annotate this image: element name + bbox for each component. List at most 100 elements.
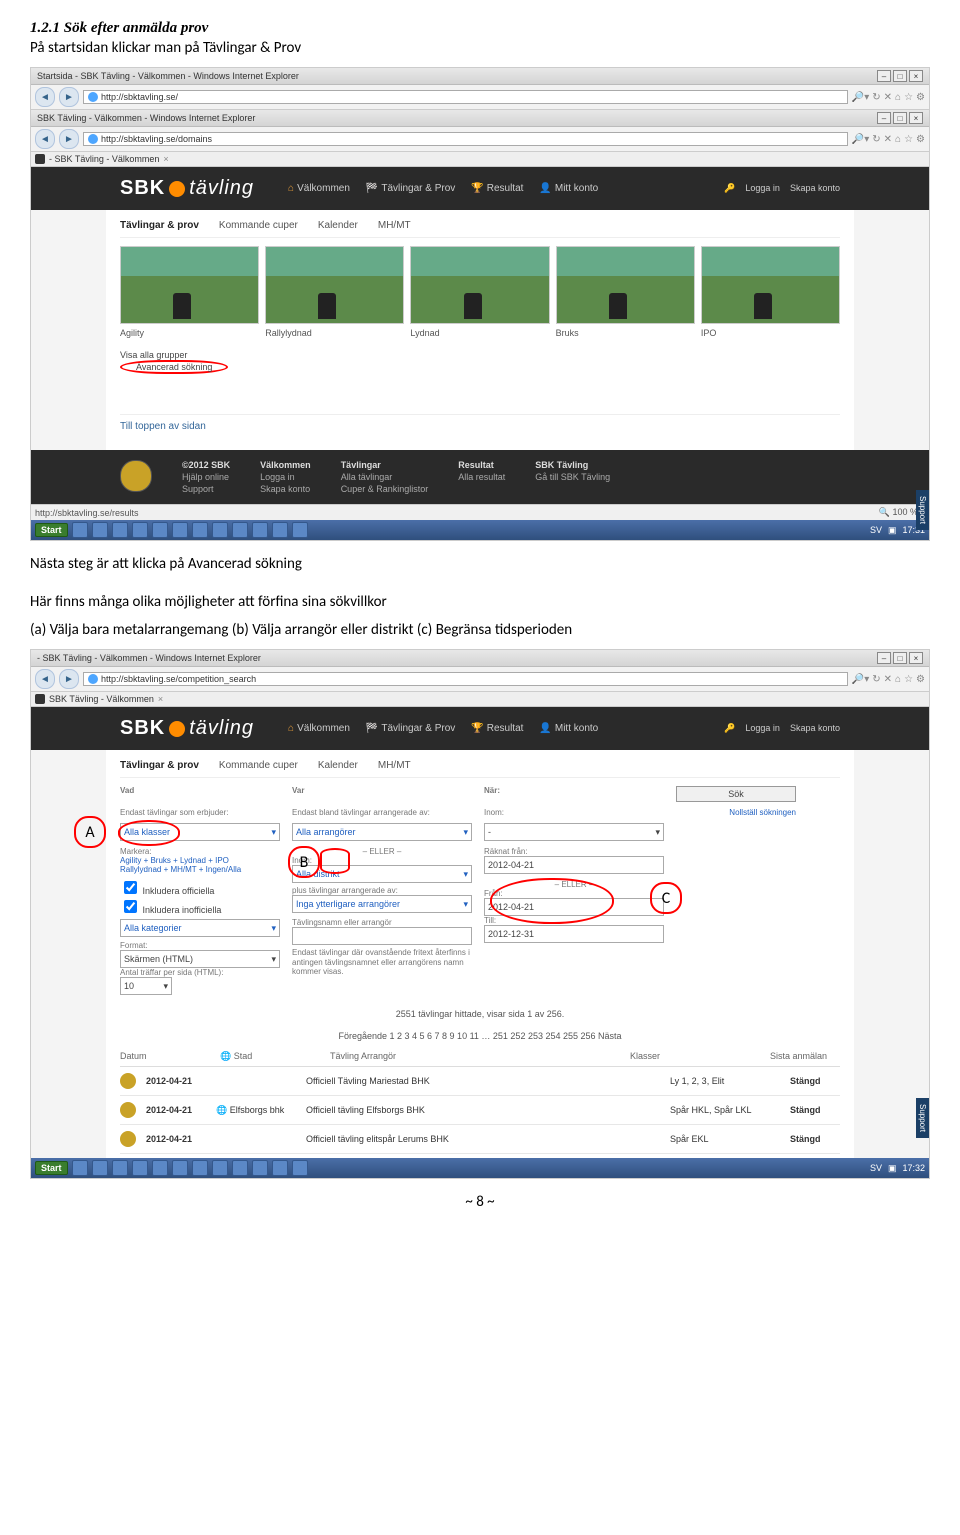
tray-icon[interactable]: ▣ <box>888 1163 897 1174</box>
taskbar-icon[interactable] <box>72 1160 88 1176</box>
taskbar-icon[interactable] <box>112 1160 128 1176</box>
site-logo[interactable]: SBKtävling <box>120 717 254 740</box>
cat-lydnad[interactable]: Lydnad <box>410 328 549 338</box>
subnav-cups[interactable]: Kommande cuper <box>219 760 298 771</box>
refresh-icon[interactable]: ↻ <box>872 134 880 145</box>
maximize-icon[interactable]: □ <box>893 70 907 82</box>
nav-welcome[interactable]: ⌂Välkommen <box>288 723 350 734</box>
subnav-cups[interactable]: Kommande cuper <box>219 220 298 231</box>
date-to-input[interactable]: 2012-12-31 <box>484 925 664 943</box>
stop-icon[interactable]: ✕ <box>884 92 892 103</box>
mark-line1[interactable]: Agility + Bruks + Lydnad + IPO <box>120 856 280 865</box>
taskbar-icon[interactable] <box>232 1160 248 1176</box>
nav-results[interactable]: 🏆Resultat <box>471 723 523 734</box>
result-row[interactable]: 2012-04-21 Officiell tävling elitspår Le… <box>120 1125 840 1154</box>
category-image[interactable] <box>701 246 840 324</box>
taskbar-icon[interactable] <box>272 522 288 538</box>
site-logo[interactable]: SBKtävling <box>120 177 254 200</box>
nav-welcome[interactable]: ⌂Välkommen <box>288 183 350 194</box>
include-official-checkbox[interactable] <box>124 881 137 894</box>
taskbar-icon[interactable] <box>132 1160 148 1176</box>
create-account-link[interactable]: Skapa konto <box>790 723 840 734</box>
category-image[interactable] <box>410 246 549 324</box>
category-image[interactable] <box>265 246 404 324</box>
zoom-icon[interactable]: 🔍 <box>879 507 890 517</box>
nav-results[interactable]: 🏆Resultat <box>471 183 523 194</box>
login-link[interactable]: Logga in <box>745 723 780 734</box>
categories-select[interactable]: Alla kategorier▾ <box>120 919 280 937</box>
search-button[interactable]: Sök <box>676 786 796 802</box>
taskbar-icon[interactable] <box>252 522 268 538</box>
close-icon[interactable]: × <box>909 112 923 124</box>
refresh-icon[interactable]: ↻ <box>872 92 880 103</box>
cat-ipo[interactable]: IPO <box>701 328 840 338</box>
login-link[interactable]: Logga in <box>745 183 780 194</box>
back-icon[interactable]: ◄ <box>35 129 55 149</box>
name-input[interactable] <box>292 927 472 945</box>
taskbar-icon[interactable] <box>172 1160 188 1176</box>
include-unofficial-checkbox[interactable] <box>124 900 137 913</box>
stop-icon[interactable]: ✕ <box>884 134 892 145</box>
cat-bruks[interactable]: Bruks <box>556 328 695 338</box>
url-field[interactable]: http://sbktavling.se/domains <box>83 132 848 146</box>
show-all-link[interactable]: Visa alla grupper <box>120 350 840 360</box>
result-row[interactable]: 2012-04-21 Officiell Tävling Mariestad B… <box>120 1067 840 1096</box>
lang-indicator[interactable]: SV <box>870 1163 882 1173</box>
subnav-comp[interactable]: Tävlingar & prov <box>120 760 199 771</box>
nav-account[interactable]: 👤Mitt konto <box>539 183 598 194</box>
subnav-comp[interactable]: Tävlingar & prov <box>120 220 199 231</box>
gear-icon[interactable]: ⚙ <box>916 134 925 145</box>
home-icon[interactable]: ⌂ <box>895 674 901 685</box>
tab-title[interactable]: SBK Tävling - Välkommen <box>49 694 154 704</box>
close-icon[interactable]: × <box>909 70 923 82</box>
home-icon[interactable]: ⌂ <box>895 134 901 145</box>
taskbar-icon[interactable] <box>172 522 188 538</box>
taskbar-icon[interactable] <box>152 1160 168 1176</box>
favorites-icon[interactable]: ☆ <box>904 134 913 145</box>
forward-icon[interactable]: ► <box>59 669 79 689</box>
minimize-icon[interactable]: – <box>877 70 891 82</box>
lang-indicator[interactable]: SV <box>870 525 882 535</box>
search-icon[interactable]: 🔎▾ <box>852 674 869 685</box>
perpage-select[interactable]: 10▾ <box>120 977 172 995</box>
taskbar-icon[interactable] <box>92 1160 108 1176</box>
taskbar-icon[interactable] <box>192 522 208 538</box>
taskbar-icon[interactable] <box>72 522 88 538</box>
taskbar-icon[interactable] <box>212 1160 228 1176</box>
reset-link[interactable]: Nollställ sökningen <box>676 808 796 817</box>
subnav-mh[interactable]: MH/MT <box>378 220 411 231</box>
taskbar-icon[interactable] <box>212 522 228 538</box>
home-icon[interactable]: ⌂ <box>895 92 901 103</box>
taskbar-icon[interactable] <box>232 522 248 538</box>
taskbar-icon[interactable] <box>252 1160 268 1176</box>
category-image[interactable] <box>120 246 259 324</box>
forward-icon[interactable]: ► <box>59 87 79 107</box>
tray-icon[interactable]: ▣ <box>888 525 897 536</box>
result-row[interactable]: 2012-04-21 🌐 Elfsborgs bhk Officiell täv… <box>120 1096 840 1125</box>
taskbar-icon[interactable] <box>292 1160 308 1176</box>
minimize-icon[interactable]: – <box>877 652 891 664</box>
taskbar-icon[interactable] <box>272 1160 288 1176</box>
inom-select[interactable]: -▾ <box>484 823 664 841</box>
taskbar-icon[interactable] <box>132 522 148 538</box>
mark-line2[interactable]: Rallylydnad + MH/MT + Ingen/Alla <box>120 865 280 874</box>
taskbar-icon[interactable] <box>92 522 108 538</box>
subnav-cal[interactable]: Kalender <box>318 760 358 771</box>
search-icon[interactable]: 🔎▾ <box>852 134 869 145</box>
nav-account[interactable]: 👤Mitt konto <box>539 723 598 734</box>
close-icon[interactable]: × <box>909 652 923 664</box>
nav-competitions[interactable]: 🏁Tävlingar & Prov <box>366 723 455 734</box>
subnav-cal[interactable]: Kalender <box>318 220 358 231</box>
search-icon[interactable]: 🔎▾ <box>852 92 869 103</box>
subnav-mh[interactable]: MH/MT <box>378 760 411 771</box>
tab-close-icon[interactable]: × <box>158 694 163 704</box>
extra-arranger-select[interactable]: Inga ytterligare arrangörer▾ <box>292 895 472 913</box>
back-icon[interactable]: ◄ <box>35 669 55 689</box>
nav-competitions[interactable]: 🏁Tävlingar & Prov <box>366 183 455 194</box>
url-field[interactable]: http://sbktavling.se/competition_search <box>83 672 848 686</box>
maximize-icon[interactable]: □ <box>893 652 907 664</box>
advanced-search-link[interactable]: Avancerad sökning <box>136 362 212 372</box>
pager[interactable]: Föregående 1 2 3 4 5 6 7 8 9 10 11 … 251… <box>120 1025 840 1047</box>
taskbar-icon[interactable] <box>112 522 128 538</box>
start-button[interactable]: Start <box>35 1161 68 1175</box>
